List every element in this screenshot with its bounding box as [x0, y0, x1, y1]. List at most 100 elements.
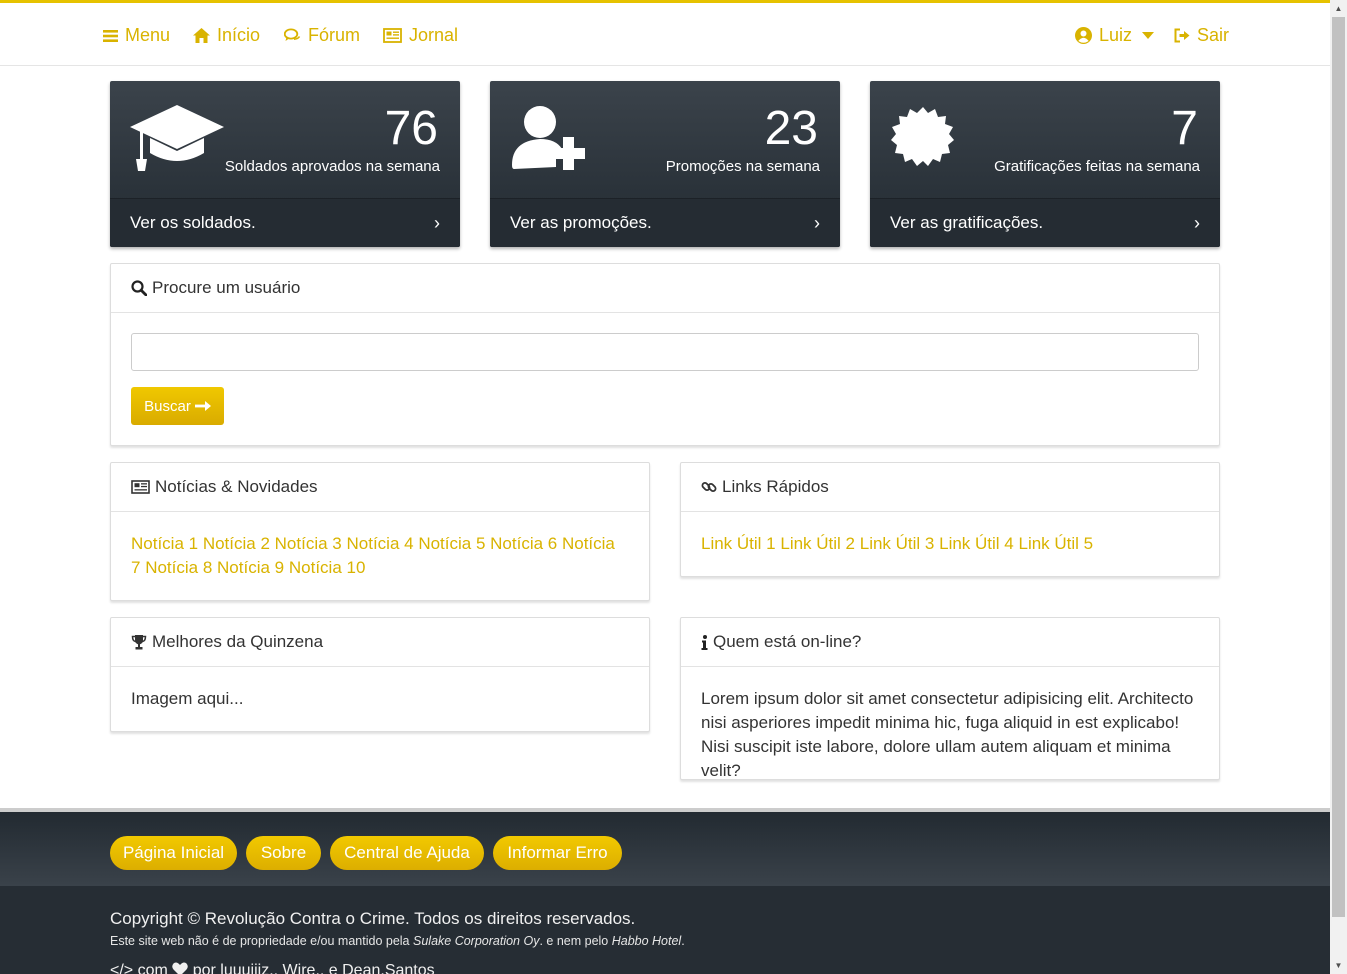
scroll-down-arrow-icon[interactable]: ▼	[1330, 957, 1347, 974]
promotions-link[interactable]: Ver as promoções. ›	[490, 198, 840, 247]
stat-card-promotions: 23 Promoções na semana Ver as promoções.…	[490, 81, 840, 247]
news-link[interactable]: Notícia 5	[418, 534, 485, 553]
disclaimer-prefix: Este site web não é de propriedade e/ou …	[110, 934, 413, 948]
disclaimer-middle: . e nem pelo	[539, 934, 612, 948]
stat-card-bonuses: 7 Gratificações feitas na semana Ver as …	[870, 81, 1220, 247]
caret-down-icon	[1142, 32, 1155, 39]
scroll-up-arrow-icon[interactable]: ▲	[1330, 0, 1347, 17]
nav-journal-link[interactable]: Jornal	[383, 25, 458, 46]
quick-links-list: Link Útil 1 Link Útil 2 Link Útil 3 Link…	[681, 512, 1219, 576]
best-panel-title: Melhores da Quinzena	[152, 632, 324, 651]
search-button[interactable]: Buscar	[131, 387, 224, 425]
quick-link[interactable]: Link Útil 2	[780, 534, 855, 553]
bars-icon	[103, 29, 118, 42]
stat-card-soldiers: 76 Soldados aprovados na semana Ver os s…	[110, 81, 460, 247]
online-panel-body: Lorem ipsum dolor sit amet consectetur a…	[701, 689, 1194, 780]
search-input[interactable]	[131, 333, 1199, 371]
news-link[interactable]: Notícia 10	[289, 558, 366, 577]
nav-forum-label: Fórum	[308, 25, 361, 45]
promotions-link-label: Ver as promoções.	[510, 213, 652, 232]
home-icon	[193, 28, 210, 43]
search-panel: Procure um usuário Buscar	[110, 263, 1220, 446]
disclaimer-company: Sulake Corporation Oy	[413, 934, 540, 948]
search-panel-heading: Procure um usuário	[111, 264, 1219, 313]
online-panel-heading: Quem está on-line?	[681, 618, 1219, 667]
disclaimer-suffix: .	[681, 934, 685, 948]
news-list: Notícia 1 Notícia 2 Notícia 3 Notícia 4 …	[111, 512, 649, 600]
footer-about-button[interactable]: Sobre	[246, 836, 321, 870]
credits-authors: por luuuiiiz., Wire., e Dean.Santos	[192, 962, 435, 974]
logout-label: Sair	[1197, 25, 1230, 45]
nav-menu-button[interactable]: Menu	[103, 25, 170, 46]
quick-link[interactable]: Link Útil 3	[860, 534, 935, 553]
bonuses-count: 7	[1171, 102, 1198, 155]
news-panel: Notícias & Novidades Notícia 1 Notícia 2…	[110, 462, 650, 601]
arrow-right-icon	[194, 401, 211, 411]
search-icon	[131, 280, 147, 296]
news-panel-title: Notícias & Novidades	[155, 477, 318, 496]
quick-link[interactable]: Link Útil 4	[939, 534, 1014, 553]
user-dropdown[interactable]: Luiz	[1075, 25, 1155, 46]
logout-link[interactable]: Sair	[1174, 25, 1229, 46]
trophy-icon	[131, 635, 147, 650]
footer-help-button[interactable]: Central de Ajuda	[330, 836, 484, 870]
soldiers-link[interactable]: Ver os soldados. ›	[110, 198, 460, 247]
news-link[interactable]: Notícia 1	[131, 534, 198, 553]
scrollbar-thumb[interactable]	[1332, 17, 1345, 917]
news-link[interactable]: Notícia 6	[490, 534, 557, 553]
footer-nav: Página Inicial Sobre Central de Ajuda In…	[0, 808, 1330, 886]
disclaimer-text: Este site web não é de propriedade e/ou …	[110, 934, 685, 948]
comments-icon	[284, 28, 301, 41]
news-link[interactable]: Notícia 9	[217, 558, 284, 577]
disclaimer-hotel: Habbo Hotel	[611, 934, 682, 948]
certificate-icon	[891, 107, 954, 166]
user-circle-icon	[1075, 27, 1092, 44]
news-link[interactable]: Notícia 4	[346, 534, 413, 553]
page: Menu Início Fórum Jornal Luiz Sair 76 So…	[0, 0, 1330, 974]
chevron-right-icon: ›	[1194, 212, 1200, 233]
quick-links-title: Links Rápidos	[722, 477, 829, 496]
quick-link[interactable]: Link Útil 5	[1019, 534, 1094, 553]
newspaper-icon	[131, 480, 150, 494]
soldiers-link-label: Ver os soldados.	[130, 213, 256, 232]
search-button-label: Buscar	[144, 397, 191, 415]
chevron-right-icon: ›	[434, 212, 440, 233]
bonuses-link[interactable]: Ver as gratificações. ›	[870, 198, 1220, 247]
footer-info: Copyright © Revolução Contra o Crime. To…	[0, 886, 1330, 974]
user-name-label: Luiz	[1099, 25, 1133, 45]
info-icon	[701, 634, 708, 650]
promotions-label: Promoções na semana	[665, 158, 820, 175]
credits-com: com	[137, 962, 168, 974]
top-navbar: Menu Início Fórum Jornal Luiz Sair	[0, 0, 1330, 66]
copyright-text: Copyright © Revolução Contra o Crime. To…	[110, 909, 636, 928]
soldiers-count: 76	[384, 102, 438, 155]
soldiers-label: Soldados aprovados na semana	[224, 158, 440, 175]
bonuses-link-label: Ver as gratificações.	[890, 213, 1044, 232]
online-panel: Quem está on-line? Lorem ipsum dolor sit…	[680, 617, 1220, 780]
nav-home-label: Início	[217, 25, 261, 45]
best-panel-body: Imagem aqui...	[131, 689, 244, 708]
best-panel: Melhores da Quinzena Imagem aqui...	[110, 617, 650, 732]
newspaper-icon	[383, 28, 402, 43]
online-panel-title: Quem está on-line?	[713, 632, 862, 651]
heart-icon	[172, 962, 189, 974]
vertical-scrollbar[interactable]: ▲ ▼	[1330, 0, 1347, 974]
quick-link[interactable]: Link Útil 1	[701, 534, 776, 553]
search-panel-title: Procure um usuário	[152, 278, 301, 297]
footer-report-button[interactable]: Informar Erro	[493, 836, 622, 870]
footer-home-button[interactable]: Página Inicial	[110, 836, 237, 870]
nav-home-link[interactable]: Início	[193, 25, 260, 46]
code-icon: </>	[110, 962, 134, 974]
news-panel-heading: Notícias & Novidades	[111, 463, 649, 512]
user-plus-icon	[512, 106, 585, 170]
news-link[interactable]: Notícia 3	[275, 534, 342, 553]
news-link[interactable]: Notícia 2	[203, 534, 270, 553]
sign-out-icon	[1174, 28, 1190, 43]
nav-forum-link[interactable]: Fórum	[284, 25, 360, 46]
link-icon	[701, 482, 717, 492]
nav-menu-label: Menu	[125, 25, 171, 45]
quick-links-heading: Links Rápidos	[681, 463, 1219, 512]
news-link[interactable]: Notícia 8	[145, 558, 212, 577]
promotions-count: 23	[764, 102, 818, 155]
quick-links-panel: Links Rápidos Link Útil 1 Link Útil 2 Li…	[680, 462, 1220, 577]
